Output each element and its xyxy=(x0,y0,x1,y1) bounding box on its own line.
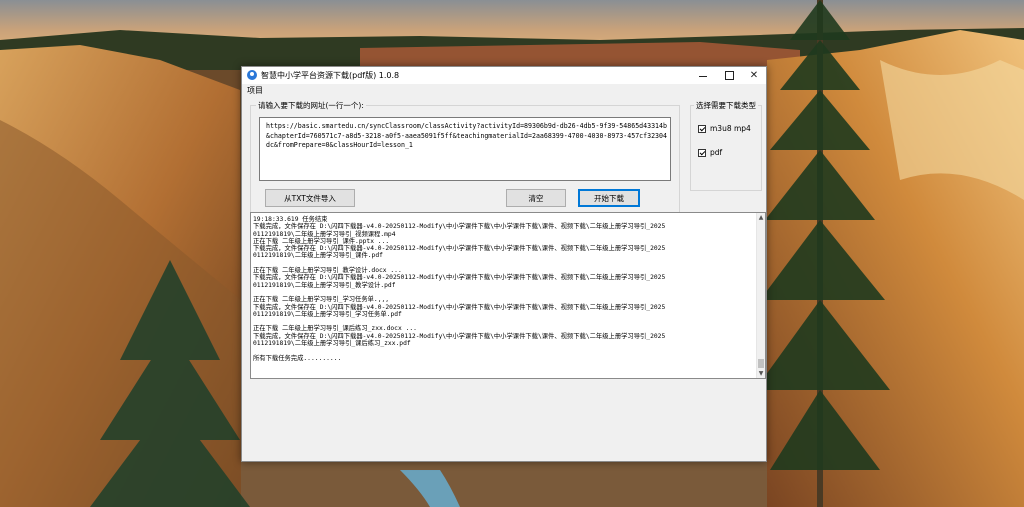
option-m3u8-mp4-label: m3u8 mp4 xyxy=(710,124,751,133)
menu-item-project[interactable]: 项目 xyxy=(247,85,263,96)
maximize-button[interactable] xyxy=(716,67,742,84)
log-text: 19:18:33.619 任务结束 下载完成，文件保存在 D:\闪四下载器-v4… xyxy=(253,216,666,362)
checkbox-pdf[interactable] xyxy=(698,148,706,157)
download-type-group: 选择需要下载类型 m3u8 mp4 pdf xyxy=(690,100,762,191)
maximize-icon xyxy=(724,71,734,80)
url-group-label: 请输入要下载的网址(一行一个): xyxy=(256,100,366,111)
log-output[interactable]: 19:18:33.619 任务结束 下载完成，文件保存在 D:\闪四下载器-v4… xyxy=(250,212,766,379)
scroll-up-icon[interactable]: ▲ xyxy=(757,213,765,222)
minimize-button[interactable] xyxy=(690,67,716,84)
option-pdf-label: pdf xyxy=(710,148,723,157)
clear-button[interactable]: 清空 xyxy=(506,189,566,207)
option-m3u8-mp4[interactable]: m3u8 mp4 xyxy=(698,124,751,133)
window-title: 智慧中小学平台资源下载(pdf版) 1.0.8 xyxy=(261,71,400,80)
app-icon xyxy=(247,70,257,80)
url-input[interactable]: https://basic.smartedu.cn/syncClassroom/… xyxy=(259,117,671,181)
menu-bar: 项目 xyxy=(242,84,766,97)
log-scrollbar[interactable]: ▲ ▼ xyxy=(756,213,765,378)
close-icon: ✕ xyxy=(749,70,759,81)
scroll-down-icon[interactable]: ▼ xyxy=(757,369,765,378)
checkbox-m3u8-mp4[interactable] xyxy=(698,124,706,133)
close-button[interactable]: ✕ xyxy=(741,67,767,84)
import-txt-button[interactable]: 从TXT文件导入 xyxy=(265,189,355,207)
minimize-icon xyxy=(699,75,707,77)
title-bar[interactable]: 智慧中小学平台资源下载(pdf版) 1.0.8 ✕ xyxy=(242,67,766,84)
start-download-button[interactable]: 开始下载 xyxy=(578,189,640,207)
option-pdf[interactable]: pdf xyxy=(698,148,722,157)
download-type-label: 选择需要下载类型 xyxy=(694,100,758,111)
scroll-thumb[interactable] xyxy=(758,359,764,368)
app-window: 智慧中小学平台资源下载(pdf版) 1.0.8 ✕ 项目 请输入要下载的网址(一… xyxy=(241,66,767,462)
